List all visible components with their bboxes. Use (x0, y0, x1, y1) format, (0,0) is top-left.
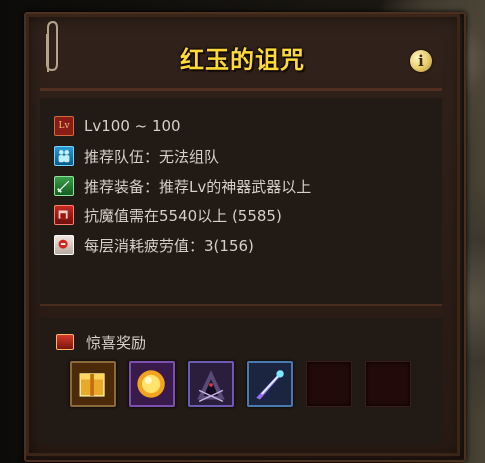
reward-header: 惊喜奖励 (56, 331, 146, 353)
empty-reward-slot (306, 361, 352, 407)
recommended-equipment-row: 推荐装备：推荐Lv的神器武器以上 (54, 175, 311, 197)
crystal-blade-reward[interactable] (247, 361, 293, 407)
chest-icon (56, 334, 74, 350)
reward-title: 惊喜奖励 (86, 333, 147, 352)
level-range-text: Lv100 ~ 100 (84, 117, 181, 135)
golden-box-reward[interactable] (70, 361, 116, 407)
info-icon[interactable]: i (410, 50, 432, 72)
fatigue-cost-row: 每层消耗疲劳值：3(156) (54, 234, 254, 256)
fatigue-cost-text: 每层消耗疲劳值：3(156) (84, 236, 254, 255)
level-icon: Lv (54, 116, 74, 136)
anti-magic-text: 抗魔值需在5540以上 (5585) (84, 206, 282, 225)
fatigue-icon (54, 235, 74, 255)
sword-icon (54, 176, 74, 196)
golden-orb-reward[interactable] (129, 361, 175, 407)
dark-hood-reward[interactable] (188, 361, 234, 407)
recommended-party-text: 推荐队伍：无法组队 (84, 147, 220, 166)
recommended-equipment-text: 推荐装备：推荐Lv的神器武器以上 (84, 177, 312, 196)
recommended-party-row: 推荐队伍：无法组队 (54, 145, 219, 167)
level-range-row: Lv Lv100 ~ 100 (54, 115, 181, 137)
anti-magic-row: 抗魔值需在5540以上 (5585) (54, 204, 282, 226)
team-icon (54, 146, 74, 166)
empty-reward-slot (365, 361, 411, 407)
resist-icon (54, 205, 74, 225)
